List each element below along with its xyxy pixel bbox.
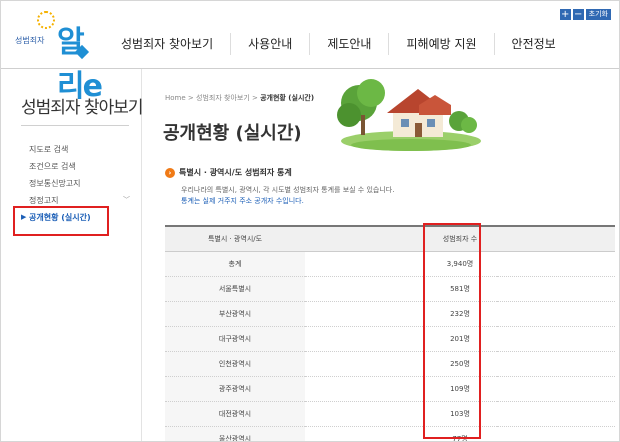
header: 성범죄자 알리e 성범죄자 찾아보기 사용안내 제도안내 피해예방 지원 안전정… xyxy=(1,1,619,104)
blank-cell xyxy=(497,276,615,302)
sidebar-item-label: 정보통신망고지 xyxy=(29,179,81,188)
breadcrumb: Home > 성범죄자 찾아보기 > 공개현황 (실시간) xyxy=(165,93,314,103)
blank-cell xyxy=(305,351,423,377)
table-row: 부산광역시 232명 xyxy=(165,301,615,327)
table-header-row: 특별시 · 광역시/도 성범죄자 수 xyxy=(165,225,615,252)
sidebar-item-label: 지도로 검색 xyxy=(29,145,69,154)
breadcrumb-home[interactable]: Home xyxy=(165,94,186,102)
blank-cell xyxy=(497,251,615,277)
blank-cell xyxy=(305,251,423,277)
blank-cell xyxy=(305,276,423,302)
blank-cell xyxy=(305,426,423,441)
page-title: 공개현황 (실시간) xyxy=(163,123,302,144)
description-line: 우리나라의 특별시, 광역시, 각 시도별 성범죄자 통계를 보실 수 있습니다… xyxy=(181,186,395,194)
region-cell: 총계 xyxy=(165,251,305,277)
region-cell: 부산광역시 xyxy=(165,301,305,327)
sidebar: 성범죄자 찾아보기 지도로 검색 조건으로 검색 정보통신망고지 정정고지 ﹀ ▶… xyxy=(1,69,144,441)
gnb-item-system-guide[interactable]: 제도안내 xyxy=(309,33,388,55)
description-note: 통계는 실제 거주지 주소 공개자 수입니다. xyxy=(181,197,304,205)
table-row: 대구광역시 201명 xyxy=(165,326,615,352)
section-description: 우리나라의 특별시, 광역시, 각 시도별 성범죄자 통계를 보실 수 있습니다… xyxy=(181,185,394,207)
blank-cell xyxy=(497,351,615,377)
section-heading: › 특별시 · 광역시/도 성범죄자 통계 xyxy=(165,167,292,178)
section-heading-text: 특별시 · 광역시/도 성범죄자 통계 xyxy=(179,168,292,177)
zoom-reset-button[interactable]: 초기화 xyxy=(585,9,611,20)
site-logo[interactable]: 성범죄자 알리e xyxy=(15,11,103,104)
gnb-item-victim-support[interactable]: 피해예방 지원 xyxy=(388,33,493,55)
column-header-blank xyxy=(305,225,423,252)
blank-cell xyxy=(305,301,423,327)
global-nav: 성범죄자 찾아보기 사용안내 제도안내 피해예방 지원 안전정보 xyxy=(113,33,573,55)
breadcrumb-current: 공개현황 (실시간) xyxy=(260,94,315,102)
page-frame: 성범죄자 알리e 성범죄자 찾아보기 사용안내 제도안내 피해예방 지원 안전정… xyxy=(0,0,620,442)
table-row: 총계 3,940명 xyxy=(165,251,615,277)
blank-cell xyxy=(305,401,423,427)
breadcrumb-level1[interactable]: 성범죄자 찾아보기 xyxy=(196,94,250,102)
gnb-item-safety-info[interactable]: 안전정보 xyxy=(493,33,573,55)
region-cell: 광주광역시 xyxy=(165,376,305,402)
blank-cell xyxy=(497,301,615,327)
main-content: Home > 성범죄자 찾아보기 > 공개현황 (실시간) 공개현황 (실시간)… xyxy=(151,69,619,441)
column-header-blank xyxy=(497,225,615,252)
sidebar-divider xyxy=(21,125,129,126)
gnb-item-offender-search[interactable]: 성범죄자 찾아보기 xyxy=(113,33,230,55)
house-illustration xyxy=(337,79,481,151)
blank-cell xyxy=(497,326,615,352)
sidebar-highlight-box xyxy=(13,206,109,236)
sidebar-item-network-notice[interactable]: 정보통신망고지 xyxy=(29,175,91,192)
zoom-out-button[interactable]: − xyxy=(572,9,584,20)
region-cell: 대전광역시 xyxy=(165,401,305,427)
arrow-bullet-icon: › xyxy=(165,167,175,178)
sidebar-item-condition-search[interactable]: 조건으로 검색 xyxy=(29,158,91,175)
sidebar-title: 성범죄자 찾아보기 xyxy=(21,98,144,118)
sidebar-item-label: 정정고지 xyxy=(29,196,59,205)
zoom-in-button[interactable]: + xyxy=(559,9,571,20)
gnb-item-usage-guide[interactable]: 사용안내 xyxy=(230,33,309,55)
blank-cell xyxy=(305,376,423,402)
zoom-controls: + − 초기화 xyxy=(559,9,611,20)
table-row: 광주광역시 109명 xyxy=(165,376,615,402)
breadcrumb-separator: > xyxy=(187,94,194,102)
count-column-highlight-box xyxy=(423,223,481,439)
region-cell: 인천광역시 xyxy=(165,351,305,377)
blank-cell xyxy=(497,426,615,441)
sidebar-item-label: 조건으로 검색 xyxy=(29,162,76,171)
column-header-region: 특별시 · 광역시/도 xyxy=(165,225,305,252)
chevron-down-icon[interactable]: ﹀ xyxy=(123,192,130,209)
table-row: 인천광역시 250명 xyxy=(165,351,615,377)
region-cell: 울산광역시 xyxy=(165,426,305,441)
region-cell: 서울특별시 xyxy=(165,276,305,302)
stats-table: 특별시 · 광역시/도 성범죄자 수 총계 3,940명 서울특별시 581명 xyxy=(165,225,615,441)
table-row: 서울특별시 581명 xyxy=(165,276,615,302)
blank-cell xyxy=(305,326,423,352)
sidebar-item-map-search[interactable]: 지도로 검색 xyxy=(29,141,91,158)
blank-cell xyxy=(497,401,615,427)
sun-icon xyxy=(37,11,55,29)
table-row: 대전광역시 103명 xyxy=(165,401,615,427)
breadcrumb-separator: > xyxy=(252,94,258,102)
table-row: 울산광역시 77명 xyxy=(165,426,615,441)
logo-small-text: 성범죄자 xyxy=(15,36,45,45)
blank-cell xyxy=(497,376,615,402)
region-cell: 대구광역시 xyxy=(165,326,305,352)
